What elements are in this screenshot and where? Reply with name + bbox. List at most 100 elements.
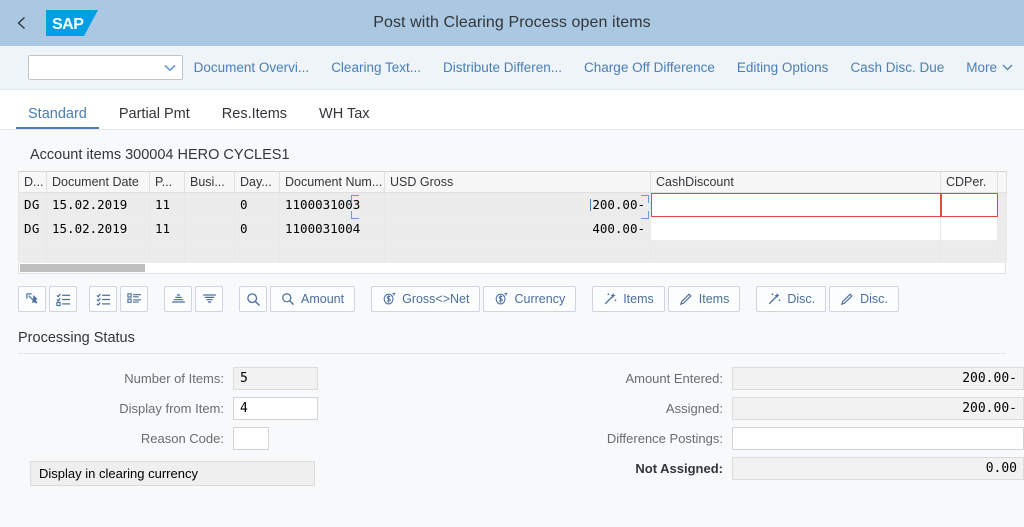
search-amount-button[interactable]: Amount [270, 286, 356, 312]
processing-status-left-column: Number of Items: 5 Display from Item: 4 … [0, 363, 518, 486]
variant-select[interactable] [28, 55, 183, 80]
tab-res-items[interactable]: Res.Items [206, 106, 303, 129]
col-header-business[interactable]: Busi... [184, 171, 235, 193]
account-items-title: Account items 300004 HERO CYCLES1 [30, 147, 290, 163]
page-title: Post with Clearing Process open items [373, 14, 651, 31]
cell-empty [184, 240, 235, 263]
cell-usd-gross[interactable]: 200.00- [384, 192, 651, 217]
back-button[interactable] [0, 1, 44, 45]
cell-empty [149, 240, 185, 263]
col-header-docnum[interactable]: Document Num... [279, 171, 385, 193]
bullet-list-icon [126, 292, 141, 303]
tab-wh-tax[interactable]: WH Tax [303, 106, 386, 129]
col-header-docdate[interactable]: Document Date [46, 171, 150, 193]
table-row[interactable]: DG 15.02.2019 11 0 1100031004 400.00- [18, 216, 1007, 241]
table-horizontal-scrollbar[interactable] [18, 263, 1006, 274]
edit-disc-label: Disc. [860, 292, 888, 306]
amount-entered-label: Amount Entered: [625, 370, 723, 386]
col-header-cashdiscount[interactable]: CashDiscount [650, 171, 941, 193]
table-header-row: D... Document Date P... Busi... Day... D… [18, 171, 1007, 193]
number-of-items-label: Number of Items: [124, 370, 224, 386]
reason-code-field[interactable] [233, 426, 269, 450]
clearing-text-action[interactable]: Clearing Text... [320, 60, 432, 75]
item-toolbar: Amount Gross<>Net Currency Items Items D… [0, 274, 1024, 312]
cell-doctype: DG [18, 216, 47, 241]
difference-postings-label: Difference Postings: [606, 430, 723, 446]
processing-status-title: Processing Status [18, 330, 135, 346]
currency-label: Currency [514, 292, 566, 306]
cell-cdper-input[interactable] [940, 216, 998, 241]
deactivate-items-button[interactable] [120, 286, 148, 312]
tab-standard[interactable]: Standard [12, 106, 103, 129]
cell-docdate: 15.02.2019 [46, 216, 150, 241]
cell-cash-discount-input[interactable] [650, 192, 941, 217]
edit-items-button[interactable]: Items [667, 286, 741, 312]
cell-cash-discount-input[interactable] [650, 216, 941, 241]
wand-icon [769, 292, 781, 305]
editing-options-action[interactable]: Editing Options [726, 60, 840, 75]
cdper-input[interactable] [946, 217, 992, 240]
col-header-spacer [997, 171, 1007, 193]
cell-doctype: DG [18, 192, 47, 217]
col-header-usdgross[interactable]: USD Gross [384, 171, 651, 193]
table-row[interactable]: DG 15.02.2019 11 0 1100031003 200.00- [18, 192, 1007, 217]
chevron-down-icon [1002, 64, 1013, 71]
cash-disc-due-action[interactable]: Cash Disc. Due [839, 60, 955, 75]
assign-items-button[interactable]: Items [592, 286, 665, 312]
search-button[interactable] [239, 286, 267, 312]
activate-items-button[interactable] [89, 286, 117, 312]
clearing-currency-banner: Display in clearing currency [30, 461, 315, 486]
cash-discount-input[interactable] [656, 193, 935, 216]
cell-posting: 11 [149, 216, 185, 241]
col-header-cdper[interactable]: CDPer. [940, 171, 998, 193]
charge-off-difference-action[interactable]: Charge Off Difference [573, 60, 726, 75]
cell-days: 0 [234, 216, 280, 241]
tab-partial-pmt[interactable]: Partial Pmt [103, 106, 206, 129]
pencil-icon [840, 293, 853, 306]
cell-usd-gross[interactable]: 400.00- [384, 216, 651, 241]
sap-logo: SAP [46, 10, 98, 36]
assign-disc-label: Disc. [787, 292, 816, 306]
display-from-item-field[interactable]: 4 [233, 396, 318, 420]
svg-text:SAP: SAP [52, 16, 84, 33]
sort-descending-button[interactable] [195, 286, 223, 312]
cell-docdate: 15.02.2019 [46, 192, 150, 217]
sort-ascending-icon [171, 293, 185, 303]
select-all-button[interactable] [18, 286, 46, 312]
table-horizontal-scrollbar-thumb[interactable] [20, 264, 145, 272]
distribute-difference-action[interactable]: Distribute Differen... [432, 60, 573, 75]
more-menu-button[interactable]: More [955, 60, 1024, 75]
cell-docnum: 1100031003 [279, 192, 385, 217]
sort-ascending-button[interactable] [164, 286, 192, 312]
cash-discount-input[interactable] [656, 217, 935, 240]
currency-icon [383, 292, 396, 305]
cell-empty [234, 240, 280, 263]
chevron-down-icon [164, 64, 176, 71]
cell-empty [46, 240, 150, 263]
check-list-alt-icon [96, 293, 110, 306]
assigned-field: 200.00- [732, 396, 1024, 420]
display-from-item-label: Display from Item: [119, 400, 224, 416]
cell-posting: 11 [149, 192, 185, 217]
gross-net-button[interactable]: Gross<>Net [371, 286, 481, 312]
difference-postings-row: Difference Postings: [518, 423, 1024, 453]
select-items-button[interactable] [49, 286, 77, 312]
col-header-doctype[interactable]: D... [18, 171, 47, 193]
cell-cdper-input[interactable] [940, 192, 998, 217]
edit-disc-button[interactable]: Disc. [829, 286, 899, 312]
account-items-table: D... Document Date P... Busi... Day... D… [18, 171, 1007, 263]
sort-descending-icon [202, 293, 216, 303]
edit-items-label: Items [698, 292, 730, 306]
col-header-days[interactable]: Day... [234, 171, 280, 193]
assigned-row: Assigned: 200.00- [518, 393, 1024, 423]
assign-disc-button[interactable]: Disc. [756, 286, 827, 312]
cell-spacer [997, 192, 1007, 217]
currency-button[interactable]: Currency [483, 286, 577, 312]
table-row-empty[interactable] [18, 240, 1007, 263]
difference-postings-field[interactable] [732, 426, 1024, 450]
col-header-posting[interactable]: P... [149, 171, 185, 193]
cell-empty [279, 240, 385, 263]
document-overview-action[interactable]: Document Overvi... [183, 60, 321, 75]
number-of-items-field: 5 [233, 366, 318, 390]
cdper-input[interactable] [946, 193, 992, 216]
